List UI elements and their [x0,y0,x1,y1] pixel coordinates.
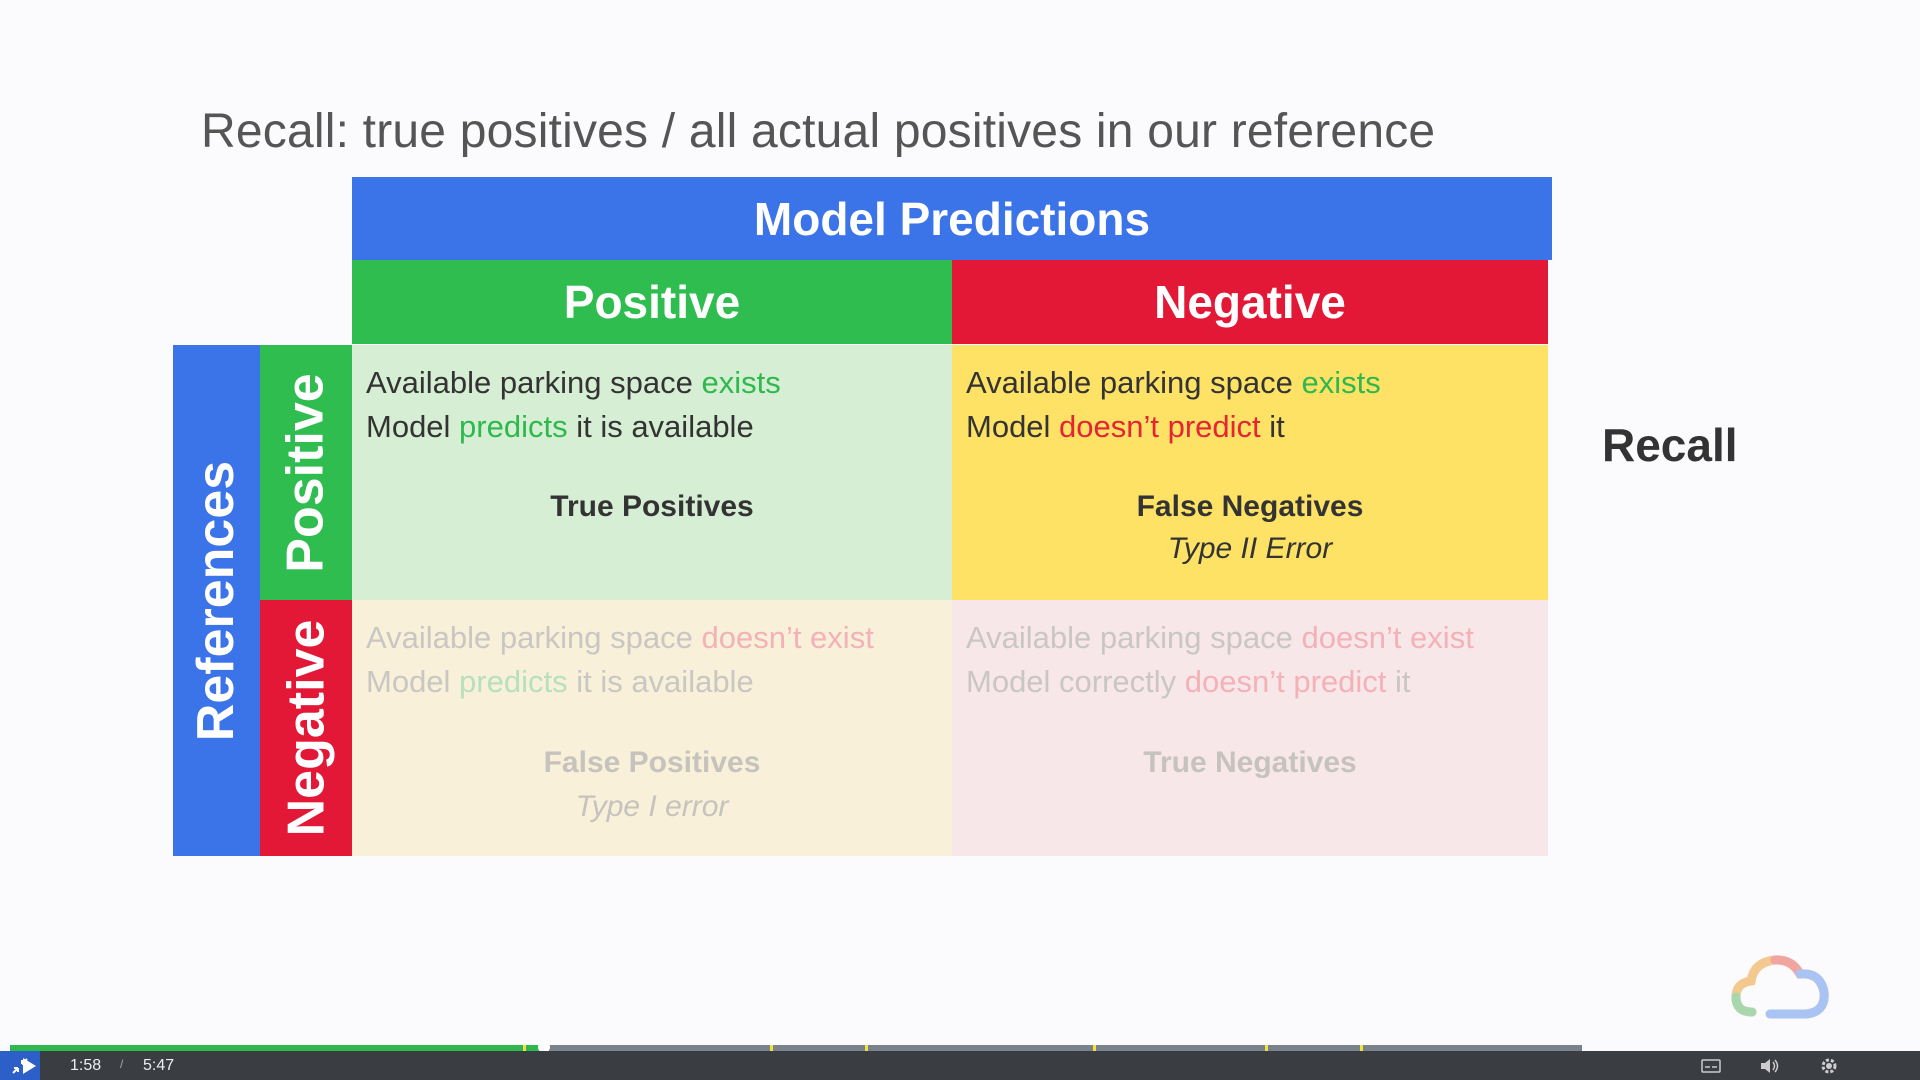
player-controls: 1:58 / 5:47 [0,1051,1920,1080]
captions-icon[interactable] [1700,1055,1722,1077]
fp-line-1-highlight: doesn’t exist [701,620,874,655]
fp-sublabel: Type I error [575,790,729,823]
tn-line-1: Available parking space doesn’t exist [966,616,1534,660]
model-predictions-header: Model Predictions [352,177,1552,260]
tp-line-1-text: Available parking space [366,365,702,400]
tp-line-1-highlight: exists [701,365,781,400]
fn-line-2-tail: it [1260,409,1285,444]
references-label: References [187,460,246,741]
true-negatives-cell: Available parking space doesn’t exist Mo… [952,600,1548,856]
tn-line-2-tail: it [1386,664,1411,699]
fn-label: False Negatives [1136,490,1364,523]
tp-line-2-highlight: predicts [459,409,568,444]
tp-line-2: Model predicts it is available [366,405,938,449]
fn-line-1-highlight: exists [1301,365,1381,400]
fp-line-2-tail: it is available [567,664,754,699]
google-cloud-logo-icon [1731,955,1829,1019]
fn-sublabel: Type II Error [1167,532,1333,565]
fp-line-2-text: Model [366,664,460,699]
reference-negative-header: Negative [260,600,352,856]
tp-line-1: Available parking space exists [366,361,938,405]
tn-label: True Negatives [1143,746,1357,779]
tn-line-2: Model correctly doesn’t predict it [966,660,1534,704]
fn-line-2-text: Model [966,409,1060,444]
fn-line-2: Model doesn’t predict it [966,405,1534,449]
reference-positive-header: Positive [260,345,352,600]
fn-line-2-highlight: doesn’t predict [1059,409,1261,444]
false-positives-cell: Available parking space doesn’t exist Mo… [352,600,952,856]
true-positives-cell: Available parking space exists Model pre… [352,345,952,600]
play-icon[interactable] [20,1057,38,1075]
slide-title: Recall: true positives / all actual posi… [201,105,1436,158]
fp-line-2-highlight: predicts [459,664,568,699]
time-separator: / [120,1057,124,1071]
fn-line-1-text: Available parking space [966,365,1302,400]
fp-line-1: Available parking space doesn’t exist [366,616,938,660]
predicted-positive-header: Positive [352,260,952,344]
fn-line-1: Available parking space exists [966,361,1534,405]
tp-line-2-tail: it is available [567,409,754,444]
tn-line-2-highlight: doesn’t predict [1184,664,1387,699]
tn-line-1-highlight: doesn’t exist [1301,620,1474,655]
tp-line-2-text: Model [366,409,460,444]
false-negatives-cell: Available parking space exists Model doe… [952,345,1548,600]
tn-line-2-text: Model correctly [966,664,1185,699]
reference-negative-label: Negative [277,619,336,837]
tp-label: True Positives [550,490,754,523]
fp-label: False Positives [543,746,761,779]
current-time: 1:58 [70,1057,102,1074]
volume-icon[interactable] [1758,1055,1780,1077]
recall-label: Recall [1602,419,1738,471]
references-header: References [173,345,260,856]
fp-line-1-text: Available parking space [366,620,702,655]
fp-line-2: Model predicts it is available [366,660,938,704]
tn-line-1-text: Available parking space [966,620,1302,655]
predicted-negative-header: Negative [952,260,1548,344]
total-time: 5:47 [143,1057,175,1074]
reference-positive-label: Positive [277,372,336,573]
slide: Recall: true positives / all actual posi… [0,0,1920,1045]
settings-gear-icon[interactable] [1818,1055,1840,1077]
